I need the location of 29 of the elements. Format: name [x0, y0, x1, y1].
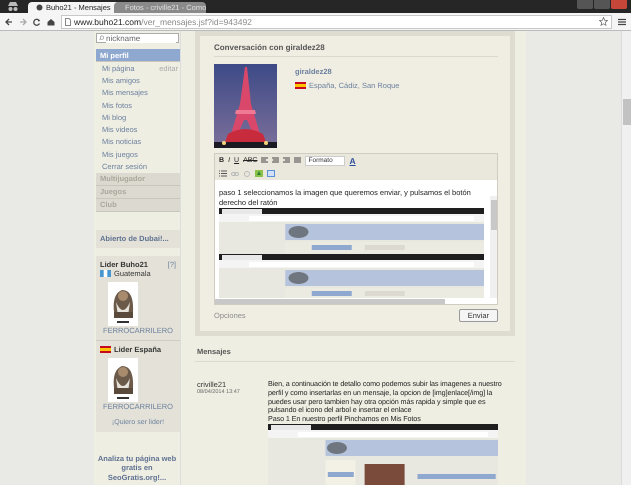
search-icon	[99, 35, 104, 41]
align-icon[interactable]	[283, 157, 290, 164]
guatemala-flag-icon	[100, 270, 111, 277]
list-icon[interactable]	[219, 170, 227, 177]
address-bar[interactable]: www.buho21.com/ver_mensajes.jsf?id=943492	[61, 14, 612, 28]
forward-icon[interactable]	[19, 18, 27, 26]
conversation-title: Conversación con giraldez28	[214, 43, 498, 57]
back-icon[interactable]	[5, 18, 13, 26]
link-icon[interactable]	[231, 170, 239, 176]
star-icon[interactable]	[599, 17, 608, 26]
text-color-button[interactable]: A	[349, 156, 356, 166]
image-icon[interactable]	[255, 170, 263, 177]
search-field[interactable]: nickname	[96, 33, 179, 43]
align-icon[interactable]	[294, 157, 302, 164]
incognito-icon	[6, 1, 20, 11]
page-icon	[65, 18, 71, 26]
scrollbar[interactable]	[621, 31, 631, 485]
align-icon[interactable]	[272, 157, 280, 164]
spain-flag-icon	[295, 82, 306, 89]
menu-icon[interactable]	[618, 18, 626, 26]
url-text: www.buho21.com/ver_mensajes.jsf?id=943492	[74, 16, 252, 26]
spain-flag-icon	[100, 346, 111, 353]
reload-icon[interactable]	[33, 18, 41, 26]
media-icon[interactable]	[267, 170, 275, 177]
scroll-thumb[interactable]	[491, 200, 497, 230]
scroll-thumb[interactable]	[215, 299, 445, 304]
unlink-icon[interactable]	[243, 170, 251, 176]
align-icon[interactable]	[261, 157, 268, 164]
home-icon[interactable]	[47, 18, 55, 26]
